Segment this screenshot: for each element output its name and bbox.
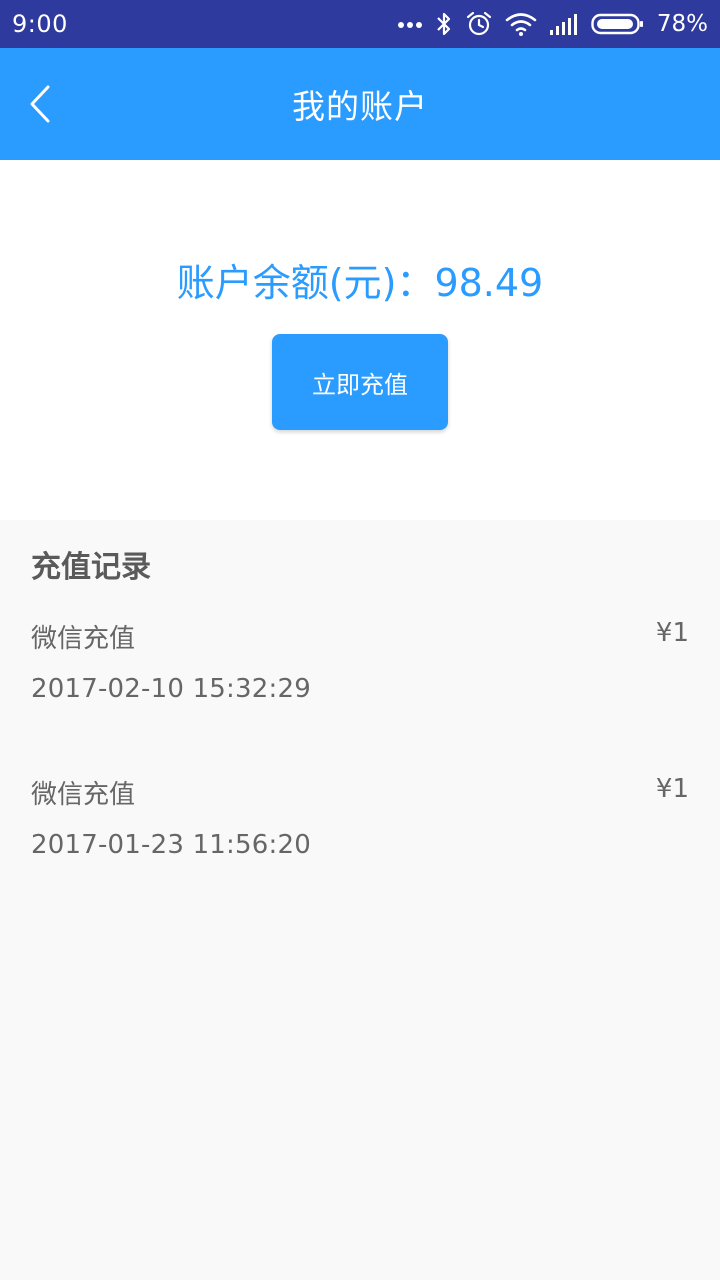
- balance-separator: ：: [396, 261, 435, 305]
- wifi-icon: [505, 13, 537, 36]
- record-amount: ¥1: [655, 618, 689, 648]
- battery-icon: [591, 13, 643, 35]
- page-title: 我的账户: [292, 87, 428, 126]
- battery-percent: 78%: [656, 11, 708, 37]
- alarm-icon: [466, 11, 491, 36]
- balance-section: 账户余额(元)：98.49 立即充值: [0, 160, 720, 520]
- chevron-left-icon: [30, 85, 50, 123]
- status-time: 9:00: [12, 10, 68, 38]
- signal-icon: [549, 14, 577, 35]
- status-bar: 9:00 78%: [0, 0, 720, 48]
- record-time: 2017-01-23 11:56:20: [31, 830, 311, 860]
- balance-line: 账户余额(元)：98.49: [0, 252, 720, 307]
- record-name: 微信充值: [31, 624, 136, 654]
- more-dots-icon: [397, 22, 422, 28]
- list-item: 微信充值 ¥1 2017-01-23 11:56:20: [31, 774, 689, 894]
- app-header: 我的账户: [0, 48, 720, 160]
- records-title: 充值记录: [31, 550, 151, 585]
- list-item: 微信充值 ¥1 2017-02-10 15:32:29: [31, 618, 689, 738]
- balance-value: 98.49: [434, 261, 544, 305]
- record-name: 微信充值: [31, 780, 136, 810]
- back-button[interactable]: [22, 82, 58, 126]
- recharge-button[interactable]: 立即充值: [272, 334, 448, 430]
- record-amount: ¥1: [655, 774, 689, 804]
- balance-label: 账户余额(元): [176, 261, 397, 305]
- record-time: 2017-02-10 15:32:29: [31, 674, 311, 704]
- recharge-records: 充值记录 微信充值 ¥1 2017-02-10 15:32:29 微信充值 ¥1…: [0, 520, 720, 1280]
- status-icons: 78%: [397, 0, 708, 48]
- bluetooth-icon: [437, 12, 450, 36]
